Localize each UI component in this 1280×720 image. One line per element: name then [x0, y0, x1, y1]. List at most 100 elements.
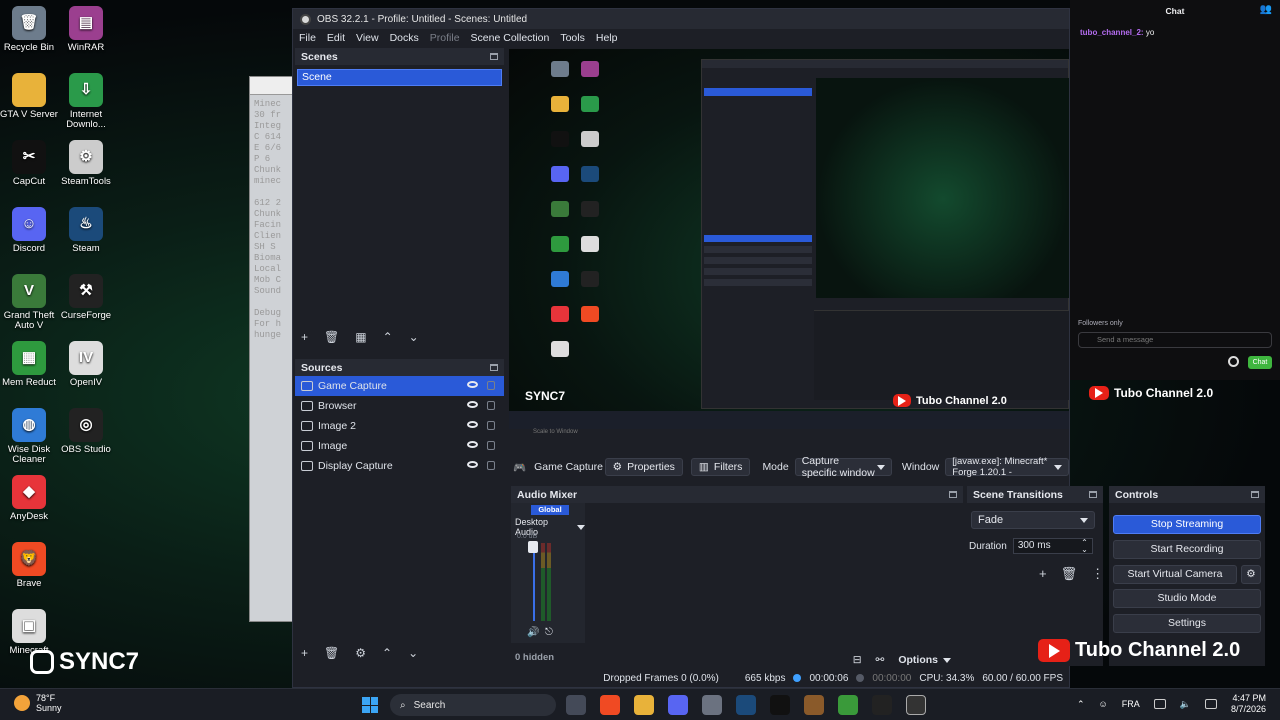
desktop-icon-recycle-bin[interactable]: 🗑 Recycle Bin	[0, 6, 60, 53]
desktop-icon-steamtools[interactable]: ⚙ SteamTools	[55, 140, 117, 187]
undock-icon[interactable]	[490, 364, 498, 371]
move-down-icon[interactable]: ⌄	[408, 646, 418, 660]
desktop-icon-internet-downlo[interactable]: ⇩ Internet Downlo...	[55, 73, 117, 130]
options-button[interactable]: Options	[898, 654, 951, 666]
weather-widget[interactable]: 78°F Sunny	[14, 693, 62, 713]
task-view-icon[interactable]	[566, 695, 586, 715]
volume-fader-track[interactable]	[533, 547, 535, 621]
file-explorer-icon[interactable]	[634, 695, 654, 715]
add-scene-icon[interactable]: +	[301, 330, 308, 344]
eye-icon[interactable]	[467, 441, 478, 448]
language-indicator[interactable]: FRA	[1122, 699, 1140, 709]
start-button[interactable]	[362, 697, 378, 713]
desktop-icon-brave[interactable]: 🦁 Brave	[0, 542, 60, 589]
start-recording-button[interactable]: Start Recording	[1113, 540, 1261, 559]
move-up-icon[interactable]: ⌃	[383, 330, 393, 344]
properties-button[interactable]: ⚙ Properties	[604, 458, 683, 476]
menu-view[interactable]: View	[356, 32, 379, 44]
add-source-icon[interactable]: +	[301, 646, 308, 660]
undock-icon[interactable]	[490, 53, 498, 60]
source-item-image-2[interactable]: Image 2	[295, 416, 504, 436]
more-options-icon[interactable]: ⋮	[1091, 566, 1104, 582]
store-icon[interactable]	[702, 695, 722, 715]
menu-tools[interactable]: Tools	[560, 32, 585, 44]
mode-select[interactable]: Capture specific window	[794, 455, 892, 479]
menu-file[interactable]: File	[299, 32, 316, 44]
discord-tray-icon[interactable]: ☺	[1099, 699, 1108, 709]
chat-input[interactable]: Send a message	[1078, 332, 1272, 348]
volume-fader-handle[interactable]	[528, 541, 538, 553]
desktop-icon-mem-reduct[interactable]: ▦ Mem Reduct	[0, 341, 60, 388]
menu-scene-collection[interactable]: Scene Collection	[471, 32, 550, 44]
obs-icon[interactable]	[906, 695, 926, 715]
terminal-icon[interactable]	[872, 695, 892, 715]
winrar-icon[interactable]	[804, 695, 824, 715]
desktop-icon-grand-theft-auto-v[interactable]: V Grand Theft Auto V	[0, 274, 60, 331]
desktop-icon-discord[interactable]: ☺ Discord	[0, 207, 60, 254]
speaker-icon[interactable]: 🔊	[527, 627, 539, 638]
lock-icon[interactable]	[487, 461, 495, 470]
undock-icon[interactable]	[949, 491, 957, 498]
move-up-icon[interactable]: ⌃	[382, 646, 392, 660]
transition-select[interactable]: Fade	[971, 511, 1095, 529]
start-virtual-camera-button[interactable]: Start Virtual Camera	[1113, 565, 1237, 584]
desktop-icon-anydesk[interactable]: ◆ AnyDesk	[0, 475, 60, 522]
window-select[interactable]: [javaw.exe]: Minecraft* Forge 1.20.1 -	[945, 456, 1069, 478]
remove-transition-icon[interactable]: 🗑	[1061, 566, 1078, 582]
desktop-icon-openiv[interactable]: IV OpenIV	[55, 341, 117, 388]
steam-icon[interactable]	[736, 695, 756, 715]
source-item-game-capture[interactable]: Game Capture	[295, 376, 504, 396]
move-down-icon[interactable]: ⌄	[409, 330, 419, 344]
menu-edit[interactable]: Edit	[327, 32, 345, 44]
desktop-icon-gta-v-server[interactable]: GTA V Server	[0, 73, 60, 120]
remove-scene-icon[interactable]: 🗑	[324, 330, 339, 344]
discord-icon[interactable]	[668, 695, 688, 715]
menu-docks[interactable]: Docks	[390, 32, 419, 44]
desktop-icon-steam[interactable]: ♨ Steam	[55, 207, 117, 254]
network-icon[interactable]	[1153, 699, 1166, 709]
scene-item[interactable]: Scene	[297, 69, 502, 86]
eye-icon[interactable]	[467, 401, 478, 408]
clock[interactable]: 4:47 PM 8/7/2026	[1231, 693, 1266, 715]
chevron-up-icon[interactable]: ⌃	[1077, 699, 1085, 710]
undock-icon[interactable]	[1089, 491, 1097, 498]
volume-icon[interactable]: 🔈	[1180, 699, 1191, 710]
settings-button[interactable]: Settings	[1113, 614, 1261, 633]
virtual-camera-settings-button[interactable]: ⚙	[1241, 565, 1261, 584]
menu-profile[interactable]: Profile	[430, 32, 460, 44]
minecraft-window-background[interactable]: Minec 30 fr Integ C 614 E 6/6 P 6 Chunk minec 61…	[249, 76, 297, 622]
desktop-icon-obs-studio[interactable]: ◎ OBS Studio	[55, 408, 117, 455]
chat-send-button[interactable]: Chat	[1248, 356, 1272, 369]
remove-source-icon[interactable]: 🗑	[324, 646, 339, 660]
studio-mode-button[interactable]: Studio Mode	[1113, 589, 1261, 608]
battery-icon[interactable]	[1204, 699, 1217, 709]
link-icon[interactable]: ⚯	[876, 654, 885, 666]
brave-icon[interactable]	[600, 695, 620, 715]
source-settings-icon[interactable]: ⚙	[355, 646, 366, 660]
source-item-display-capture[interactable]: Display Capture	[295, 456, 504, 476]
chat-settings-icon[interactable]	[1228, 356, 1239, 367]
undock-icon[interactable]	[1251, 491, 1259, 498]
capcut-icon[interactable]	[770, 695, 790, 715]
taskbar-search[interactable]: ⌕ Search	[390, 694, 556, 716]
filters-button[interactable]: ▥ Filters	[690, 458, 751, 476]
duration-input[interactable]: 300 ms ⌃ ⌄	[1012, 538, 1093, 554]
monitor-icon[interactable]: ⎋	[545, 627, 553, 638]
layout-icon[interactable]: ⊟	[853, 654, 862, 666]
source-item-image[interactable]: Image	[295, 436, 504, 456]
scene-filters-icon[interactable]: ▦	[355, 330, 366, 344]
stop-streaming-button[interactable]: Stop Streaming	[1113, 515, 1261, 534]
lock-icon[interactable]	[487, 421, 495, 430]
lock-icon[interactable]	[487, 381, 495, 390]
eye-icon[interactable]	[467, 421, 478, 428]
menu-help[interactable]: Help	[596, 32, 618, 44]
source-item-browser[interactable]: Browser	[295, 396, 504, 416]
minecraft-icon[interactable]	[838, 695, 858, 715]
desktop-icon-capcut[interactable]: ✂ CapCut	[0, 140, 60, 187]
lock-icon[interactable]	[487, 401, 495, 410]
desktop-icon-wise-disk-cleaner[interactable]: ◍ Wise Disk Cleaner	[0, 408, 60, 465]
add-transition-icon[interactable]: +	[1039, 566, 1047, 582]
program-preview[interactable]: SYNC7 Tubo Channel 2.0 Scale to Window	[509, 49, 1069, 439]
eye-icon[interactable]	[467, 381, 478, 388]
lock-icon[interactable]	[487, 441, 495, 450]
